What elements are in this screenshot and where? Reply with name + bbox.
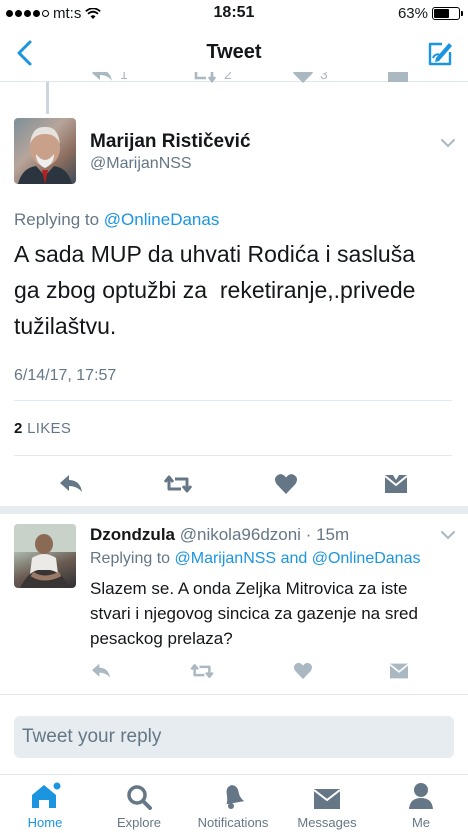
prior-reply-count: 1 [120, 72, 128, 82]
mention-link[interactable]: @MarijanNSS [175, 550, 277, 567]
likes-label: LIKES [27, 420, 72, 437]
section-separator [0, 506, 468, 514]
divider [14, 400, 452, 401]
mention-conjunction: and [280, 550, 308, 567]
prior-reply-button[interactable]: 1 [90, 72, 128, 84]
tab-label: Notifications [197, 815, 269, 830]
home-icon [32, 782, 61, 808]
person-icon [409, 783, 433, 809]
mention-link[interactable]: @OnlineDanas [104, 210, 220, 229]
reply-author-line: Dzondzula @nikola96dzoni · 15m [90, 525, 349, 545]
battery-percent: 63% [397, 5, 428, 22]
replying-to-line: Replying to @OnlineDanas [14, 210, 219, 230]
likes-number: 2 [14, 420, 23, 437]
prior-dm-button[interactable] [386, 72, 410, 84]
compose-button[interactable] [424, 38, 456, 70]
replying-to-prefix: Replying to [14, 210, 100, 229]
chevron-down-icon[interactable] [440, 138, 456, 148]
prior-retweet-count: 2 [224, 72, 232, 82]
heart-icon [293, 72, 313, 83]
tweet-text-line: A sada MUP da uhvati Rodića i sasluša [14, 241, 416, 267]
tab-home[interactable]: Home [0, 781, 90, 830]
page-title: Tweet [206, 41, 262, 63]
tab-explore[interactable]: Explore [94, 781, 184, 830]
author-handle[interactable]: @MarijanNSS [90, 155, 192, 173]
tweet-text-line: tužilaštvu. [14, 313, 117, 339]
reply-button[interactable] [54, 468, 88, 500]
reply-author-name[interactable]: Dzondzula [90, 525, 175, 544]
avatar-portrait [14, 524, 76, 588]
tab-messages[interactable]: Messages [282, 781, 372, 830]
tab-label: Me [411, 815, 431, 830]
author-name[interactable]: Marijan Rističević [90, 131, 251, 153]
like-button[interactable] [288, 656, 318, 686]
envelope-icon [384, 475, 408, 493]
prior-like-count: 3 [320, 72, 328, 82]
tweet-timestamp: 6/14/17, 17:57 [14, 367, 117, 384]
reply-icon [92, 663, 110, 678]
reply-author-avatar[interactable] [14, 524, 76, 588]
direct-message-button[interactable] [384, 656, 414, 686]
like-button[interactable] [270, 468, 302, 500]
envelope-icon [389, 663, 409, 679]
heart-icon [293, 662, 313, 680]
retweet-icon [190, 664, 214, 678]
reply-icon [60, 475, 82, 492]
reply-time-ago: 15m [316, 525, 350, 544]
tweet-actions [0, 464, 468, 504]
bell-icon [226, 785, 245, 809]
direct-message-button[interactable] [380, 468, 412, 500]
prior-retweet-button[interactable]: 2 [190, 72, 232, 84]
heart-icon [274, 474, 298, 494]
battery-status: 63% [397, 5, 463, 22]
tweet-text-line: ga zbog optužbi za reketiranje,.privede [14, 277, 416, 303]
meta-separator: · [300, 525, 317, 544]
previous-tweet-actions: 1 2 3 [0, 72, 468, 88]
search-icon [127, 785, 152, 810]
reply-author-handle[interactable]: @nikola96dzoni [180, 525, 301, 544]
divider [14, 455, 452, 456]
tab-notifications[interactable]: Notifications [188, 781, 278, 830]
reply-input[interactable]: Tweet your reply [14, 716, 454, 758]
thread-connector-line [46, 82, 49, 114]
compose-icon [428, 42, 452, 66]
envelope-icon [388, 72, 408, 82]
chevron-down-icon[interactable] [440, 530, 456, 540]
reply-icon [92, 72, 112, 81]
likes-count[interactable]: 2 LIKES [14, 420, 71, 437]
reply-tweet-actions [0, 652, 468, 692]
reply-button[interactable] [86, 656, 116, 686]
tab-label: Home [27, 815, 63, 830]
retweet-button[interactable] [160, 468, 196, 500]
replying-to-prefix: Replying to [90, 550, 171, 567]
tab-me[interactable]: Me [376, 781, 466, 830]
author-avatar[interactable] [14, 118, 76, 184]
tab-bar: Home Explore Notifications Messages Me [0, 774, 468, 833]
tweet-text: A sada MUP da uhvati Rodića i sasluša ga… [14, 236, 454, 344]
tab-label: Messages [297, 815, 357, 830]
retweet-icon [194, 72, 217, 84]
reply-tweet-text: Slazem se. A onda Zeljka Mitrovica za is… [90, 579, 418, 648]
reply-replying-to-line: Replying to @MarijanNSS and @OnlineDanas [90, 550, 420, 568]
mention-link[interactable]: @OnlineDanas [312, 550, 421, 567]
prior-like-button[interactable]: 3 [292, 72, 328, 84]
envelope-icon [313, 789, 341, 809]
battery-icon [432, 7, 463, 20]
avatar-portrait [18, 126, 72, 184]
tab-label: Explore [116, 815, 162, 830]
retweet-icon [163, 475, 193, 493]
status-bar: mt:s 18:51 63% [0, 0, 468, 26]
retweet-button[interactable] [186, 656, 218, 686]
